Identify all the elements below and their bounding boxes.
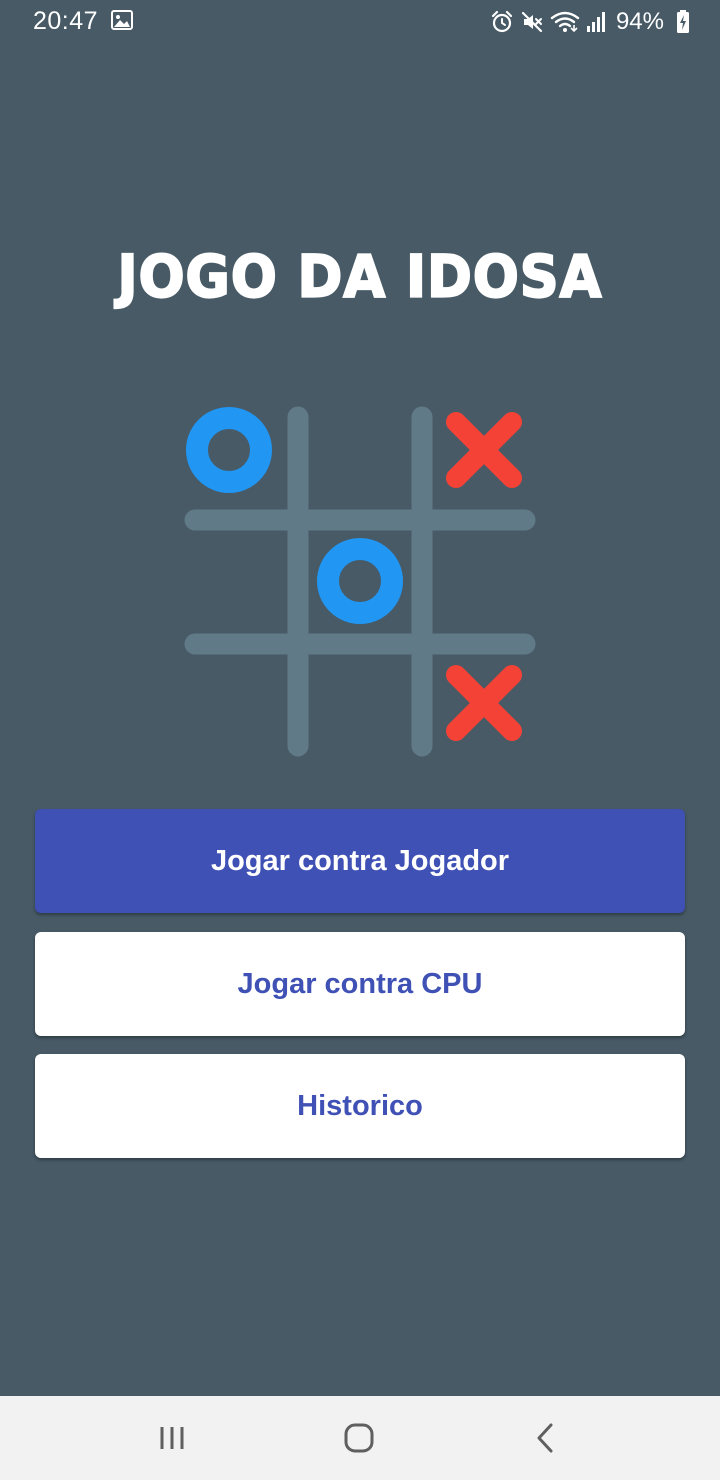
- home-button[interactable]: [335, 1414, 383, 1462]
- play-vs-player-button[interactable]: Jogar contra Jogador: [35, 809, 685, 913]
- o-mark: [317, 538, 403, 624]
- history-button[interactable]: Historico: [35, 1054, 685, 1158]
- battery-percent: 94%: [615, 8, 664, 35]
- wifi-icon: [550, 11, 580, 33]
- mute-icon: [521, 11, 543, 33]
- battery-charging-icon: [677, 10, 689, 33]
- status-time: 20:47: [33, 7, 99, 35]
- x-mark: [446, 412, 522, 488]
- gallery-icon: [111, 10, 133, 30]
- recents-icon: [160, 1427, 184, 1449]
- home-icon: [344, 1423, 374, 1453]
- alarm-icon: [491, 10, 513, 33]
- signal-icon: [586, 12, 605, 32]
- status-bar: 20:47 94%: [0, 0, 720, 44]
- o-mark: [186, 407, 272, 493]
- back-button[interactable]: [522, 1414, 570, 1462]
- status-icons: 94%: [484, 6, 690, 38]
- back-icon: [537, 1423, 553, 1453]
- x-mark: [446, 665, 522, 741]
- navigation-bar: [0, 1396, 720, 1480]
- recents-button[interactable]: [148, 1414, 196, 1462]
- play-vs-cpu-button[interactable]: Jogar contra CPU: [35, 932, 685, 1036]
- tic-tac-toe-logo: [184, 406, 536, 757]
- app-title: JOGO DA IDOSA: [117, 242, 603, 311]
